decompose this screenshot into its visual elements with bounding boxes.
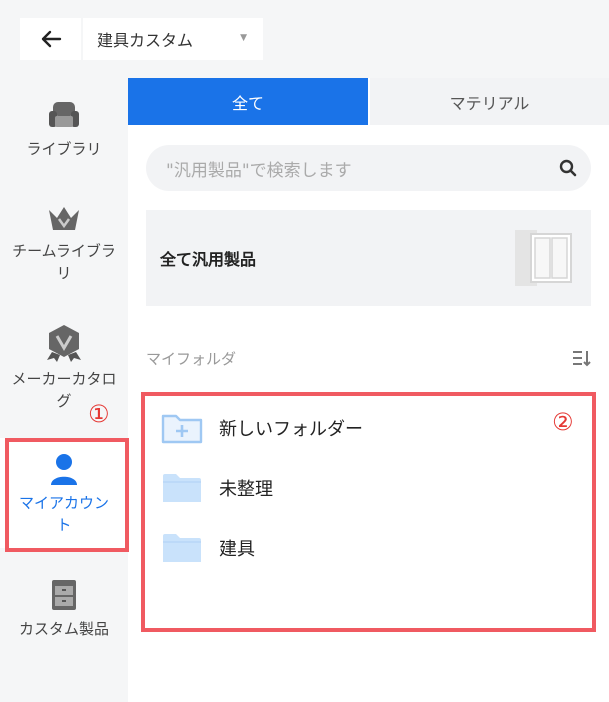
tab-all[interactable]: 全て (128, 78, 368, 125)
sofa-icon (49, 102, 79, 127)
my-folder-label: マイフォルダ (146, 349, 237, 368)
project-name: 建具カスタム (97, 31, 194, 50)
sort-icon[interactable] (571, 348, 591, 368)
all-generic-products-card[interactable]: 全て汎用製品 (146, 210, 591, 306)
tab-material[interactable]: マテリアル (370, 78, 609, 125)
top-bar: 建具カスタム ▼ (20, 18, 263, 60)
sidebar-item-library[interactable]: ライブラリ (0, 98, 128, 160)
badge-v-icon (47, 325, 81, 362)
sidebar-item-label: カスタム製品 (18, 620, 109, 638)
sidebar-item-maker-catalog[interactable]: メーカーカタログ (0, 324, 128, 412)
tab-bar: 全て マテリアル (128, 78, 609, 125)
chevron-down-icon: ▼ (240, 33, 247, 43)
sidebar-item-custom-products[interactable]: カスタム製品 (0, 578, 128, 640)
search-input[interactable]: "汎用製品"で検索します (146, 156, 545, 181)
project-select[interactable]: 建具カスタム ▼ (83, 18, 263, 60)
sidebar-item-label: ライブラリ (26, 140, 102, 158)
annotation-box-2 (141, 392, 596, 632)
search-icon[interactable] (545, 159, 591, 177)
door-icon (515, 230, 572, 286)
annotation-box-1 (5, 438, 129, 552)
annotation-marker-2: ② (552, 408, 574, 436)
arrow-left-icon (41, 30, 61, 48)
crown-icon (49, 207, 79, 230)
back-button[interactable] (20, 18, 81, 60)
cabinet-icon (52, 580, 76, 610)
sidebar-item-label: チームライブラリ (12, 242, 116, 282)
annotation-marker-1: ① (88, 400, 110, 428)
search-bar[interactable]: "汎用製品"で検索します (146, 145, 591, 191)
card-title: 全て汎用製品 (160, 250, 257, 269)
my-folder-header: マイフォルダ (146, 346, 591, 370)
sidebar: ライブラリ チームライブラリ メーカーカタログ マイアカウント カスタム製品 (0, 78, 128, 702)
sidebar-item-team-library[interactable]: チームライブラリ (0, 204, 128, 284)
